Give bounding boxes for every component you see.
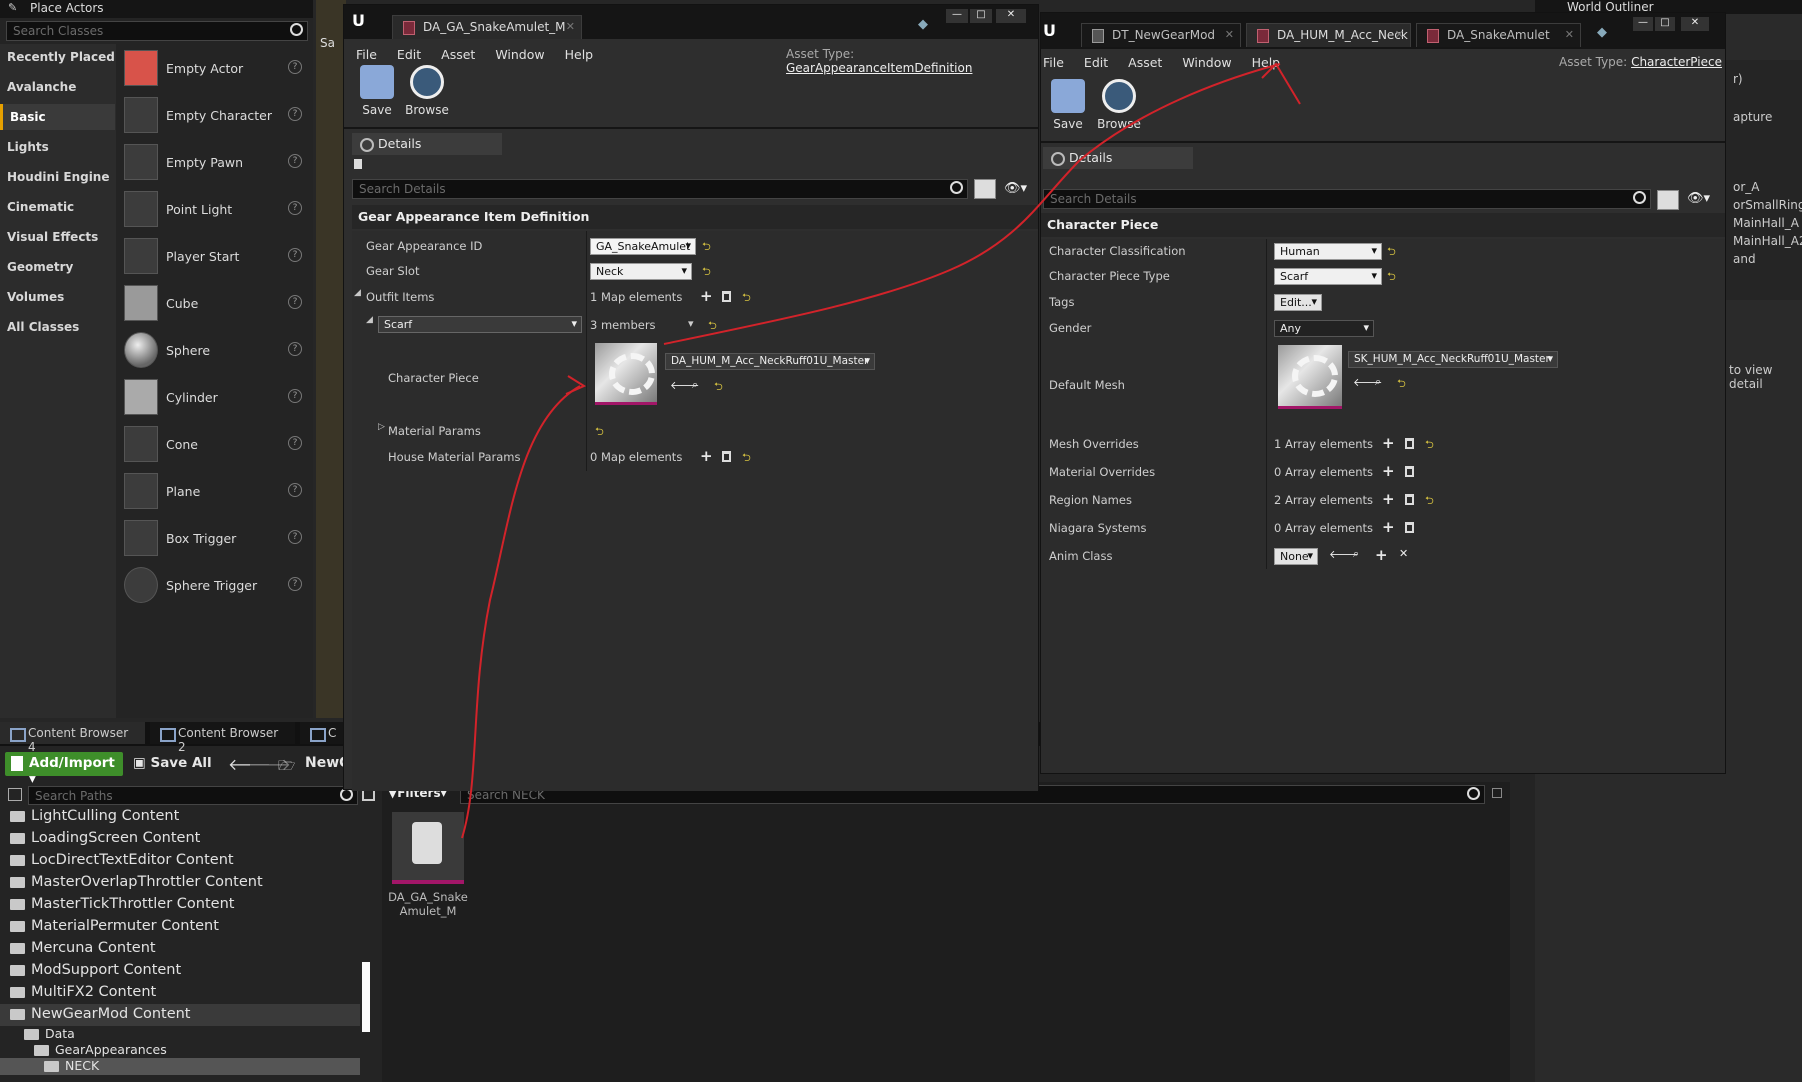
annotation-arrows (461, 62, 1301, 839)
annotation-arrow-to-piece (461, 385, 581, 839)
annotation-arrowhead-upper (1261, 62, 1301, 105)
annotation-arrowhead-lower (565, 375, 587, 395)
annotation-arrow-to-char-tab (663, 63, 1281, 345)
